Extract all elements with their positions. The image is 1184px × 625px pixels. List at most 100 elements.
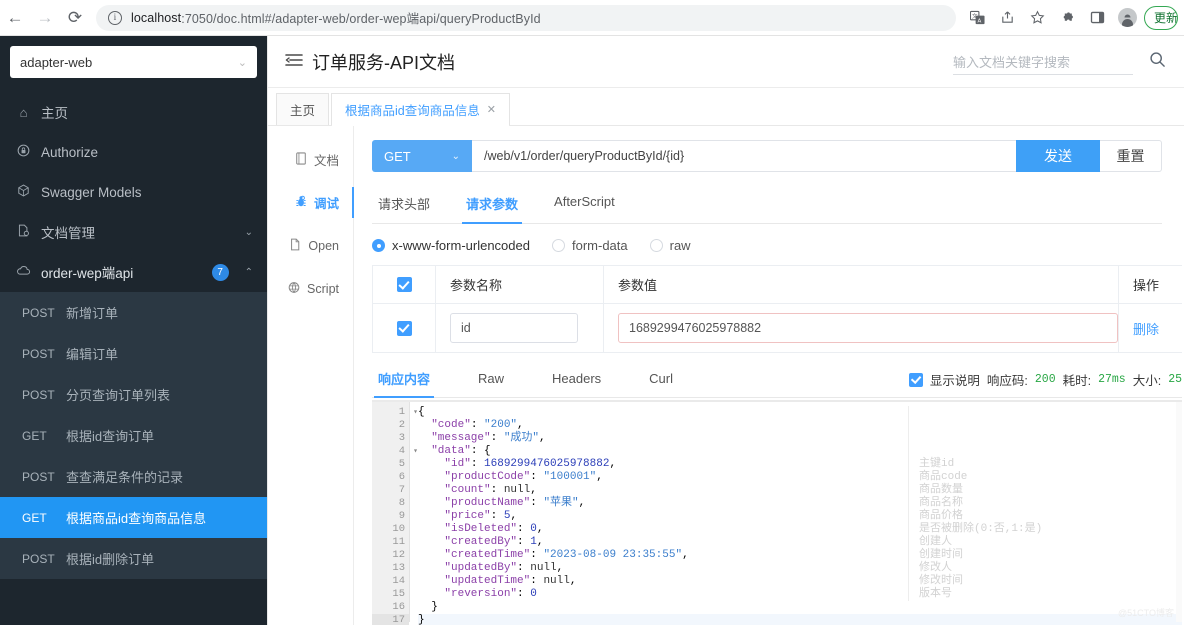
sidebar-item-label: Swagger Models [41,184,142,200]
param-name-input[interactable]: id [450,313,578,343]
sidebar-item-home[interactable]: ⌂ 主页 [0,92,267,132]
forward-icon[interactable]: → [30,4,60,32]
tab-response-content[interactable]: 响应内容 [373,369,435,398]
bookmark-star-icon[interactable] [1024,5,1050,31]
param-table: 参数名称 参数值 操作 id 1689299476025978882 删除 [372,265,1182,353]
close-icon[interactable]: ✕ [487,103,496,116]
api-item-1[interactable]: POST 编辑订单 [0,333,267,374]
row-checkbox[interactable] [373,304,436,352]
tab-home[interactable]: 主页 [276,93,330,125]
desc-line: 创建人 [919,536,952,548]
delete-param-link[interactable]: 删除 [1133,319,1159,338]
tab-after-script[interactable]: AfterScript [554,194,615,223]
main-panel: 订单服务-API文档 输入文档关键字搜索 主页 根据商品id查询商品信息 ✕ 文… [267,36,1184,625]
radio-dot-icon [551,239,565,252]
param-value-input[interactable]: 1689299476025978882 [618,313,1118,343]
request-url-input[interactable]: /web/v1/order/queryProductById/{id} [472,140,1016,172]
profile-avatar-icon[interactable] [1114,5,1140,31]
response-code-editor[interactable]: 1 ▾ 2 3 4 ▾ 5 6 7 8 9 10 11 12 13 14 15 … [372,400,1184,625]
tab-response-headers[interactable]: Headers [552,371,601,395]
side-panel-icon[interactable] [1084,5,1110,31]
cube-icon [16,184,31,200]
sidebar-item-authorize[interactable]: Authorize [0,132,267,172]
line-number: 7 [398,484,405,496]
api-item-2[interactable]: POST 分页查询订单列表 [0,374,267,415]
line-number: 6 [398,471,405,483]
line-number: 14 [392,575,405,587]
line-number: 8 [398,497,405,509]
sidebar-nav: ⌂ 主页 Authorize Swagger Models 文档管理 ⌄ ord… [0,88,267,625]
radio-raw[interactable]: raw [649,238,691,253]
tab-request-params[interactable]: 请求参数 [462,194,523,224]
line-number: 4 ▾ [398,445,418,457]
project-select[interactable]: adapter-web ⌄ [10,46,257,78]
reload-icon[interactable]: ⟳ [60,4,90,32]
chevron-up-icon: ⌃ [244,266,253,278]
radio-form-data[interactable]: form-data [551,238,628,253]
inner-nav-open[interactable]: Open [268,224,353,267]
api-method: POST [22,551,55,566]
body-type-radios: x-www-form-urlencoded form-data raw [372,238,1184,253]
search-icon[interactable] [1149,51,1168,72]
chevron-down-icon: ⌄ [237,56,247,69]
select-all-checkbox[interactable] [373,266,436,303]
api-item-4[interactable]: POST 查查满足条件的记录 [0,456,267,497]
extensions-puzzle-icon[interactable] [1054,5,1080,31]
update-button[interactable]: 更新 [1144,5,1178,30]
radio-label: x-www-form-urlencoded [392,238,530,253]
code-line: } [418,601,438,613]
bug-icon [295,195,307,211]
site-info-icon[interactable]: i [108,10,122,25]
inner-nav-label: Script [307,281,339,296]
api-label: 分页查询订单列表 [66,388,171,403]
show-description-label: 显示说明 [929,374,980,388]
code-line-current: } [418,614,1182,625]
api-item-3[interactable]: GET 根据id查询订单 [0,415,267,456]
api-label: 根据id查询订单 [66,429,155,444]
project-select-value: adapter-web [20,54,93,70]
app-root: ← → ⟳ i localhost:7050/doc.html#/adapter… [0,0,1184,625]
back-icon[interactable]: ← [0,4,30,32]
request-url-value: /web/v1/order/queryProductById/{id} [484,149,685,163]
translate-icon[interactable]: 文A [964,5,990,31]
radio-x-www-form-urlencoded[interactable]: x-www-form-urlencoded [372,238,530,253]
radio-label: form-data [571,238,628,253]
send-button[interactable]: 发送 [1016,140,1100,172]
tab-query-product-by-id[interactable]: 根据商品id查询商品信息 ✕ [331,93,510,126]
svg-text:A: A [977,19,981,25]
sidebar-item-swagger-models[interactable]: Swagger Models [0,172,267,212]
http-method-select[interactable]: GET ⌄ [372,140,472,172]
api-item-6[interactable]: POST 根据id删除订单 [0,538,267,579]
tab-response-curl[interactable]: Curl [649,371,673,395]
inner-nav-doc[interactable]: 文档 [268,138,353,181]
reset-button[interactable]: 重置 [1100,140,1162,172]
sidebar-empty-space [0,579,267,625]
line-number: 16 [392,601,405,613]
tab-response-raw[interactable]: Raw [478,371,504,395]
address-bar[interactable]: i localhost:7050/doc.html#/adapter-web/o… [96,4,956,31]
sidebar-group-order-wep-api[interactable]: order-wep端api 7 ⌃ [0,252,267,292]
hamburger-icon[interactable] [284,52,306,71]
desc-line: 创建时间 [919,549,963,561]
share-icon[interactable] [994,5,1020,31]
inner-nav-debug[interactable]: 调试 [268,181,354,224]
inner-nav-script[interactable]: Script [268,267,353,310]
show-description-checkbox[interactable] [908,372,923,387]
line-number: 1 ▾ [398,406,418,418]
search-input[interactable]: 输入文档关键字搜索 [953,49,1133,75]
sidebar-item-doc-management[interactable]: 文档管理 ⌄ [0,212,267,252]
code-scrollbar[interactable] [1176,402,1182,622]
desc-line [919,419,1184,432]
desc-line: 主键id [919,458,955,470]
api-item-5-selected[interactable]: GET 根据商品id查询商品信息 [0,497,267,538]
api-item-0[interactable]: POST 新增订单 [0,292,267,333]
desc-line: 商品价格 [919,510,963,522]
tab-request-headers[interactable]: 请求头部 [378,194,430,223]
param-name-cell: id [436,304,604,352]
script-icon [288,281,300,297]
column-param-value: 参数值 [604,266,1119,303]
browser-toolbar: ← → ⟳ i localhost:7050/doc.html#/adapter… [0,0,1184,36]
table-row: id 1689299476025978882 删除 [373,304,1182,352]
radio-dot-icon [649,239,663,252]
desc-line: 商品名称 [919,497,963,509]
